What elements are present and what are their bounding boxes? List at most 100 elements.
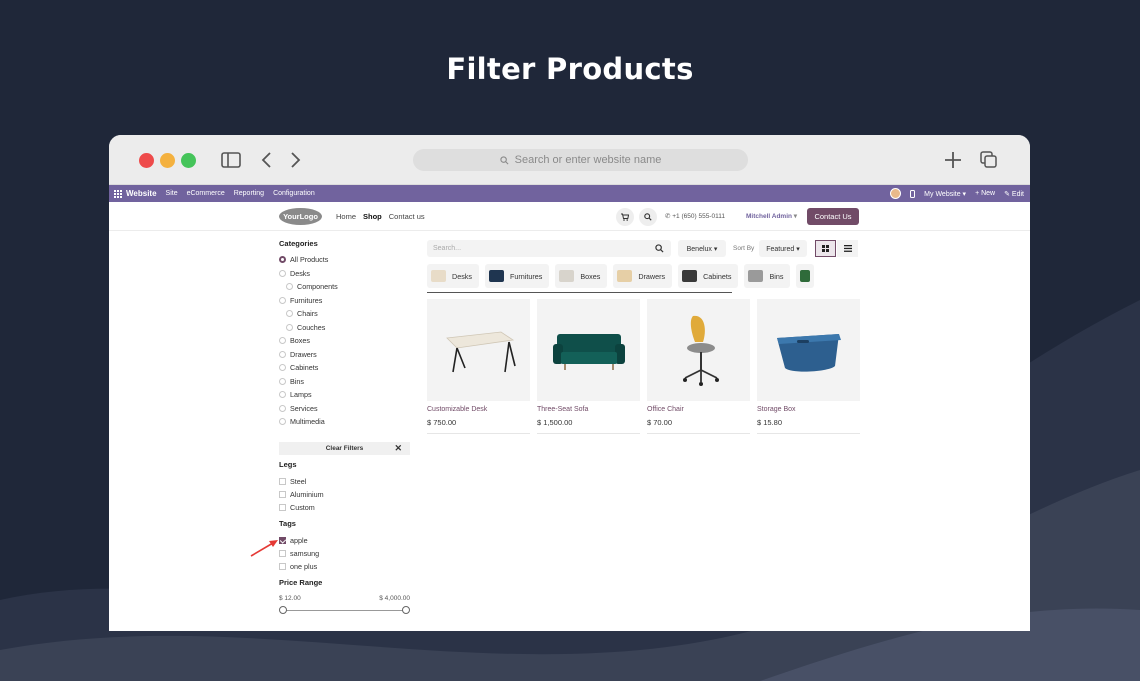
user-avatar[interactable] [890,188,902,199]
chip-desks[interactable]: Desks [427,264,479,288]
category-couches[interactable]: Couches [279,321,410,335]
category-desks[interactable]: Desks [279,267,410,281]
sort-dropdown[interactable]: Featured ▾ [759,240,807,257]
forward-icon[interactable] [289,152,301,168]
product-search-input[interactable]: Search... [427,240,671,257]
site-logo[interactable]: YourLogo [279,208,322,225]
category-components[interactable]: Components [279,280,410,294]
chip-drawers[interactable]: Drawers [613,264,673,288]
nav-home[interactable]: Home [336,212,356,221]
app-name: Website [126,189,157,198]
edit-button[interactable]: ✎ Edit [1004,190,1024,198]
chip-label: Desks [452,271,472,281]
product-image[interactable] [537,299,640,401]
tag-apple[interactable]: apple [279,534,410,547]
address-bar[interactable]: Search or enter website name [413,149,748,171]
category-label: Drawers [290,349,317,359]
cabinet-thumbnail [682,270,698,282]
menu-ecommerce[interactable]: eCommerce [187,190,225,197]
list-view-button[interactable] [837,240,858,257]
tabs-overview-icon[interactable] [980,151,998,169]
legs-custom[interactable]: Custom [279,501,410,514]
new-button[interactable]: + New [975,190,995,197]
slider-max-handle[interactable] [402,606,410,614]
box-thumbnail [559,270,575,282]
category-multimedia[interactable]: Multimedia [279,415,410,429]
nav-shop[interactable]: Shop [363,212,382,221]
radio [279,377,286,385]
category-carousel: Desks Furnitures Boxes Drawers Cabinets … [427,264,859,292]
product-card[interactable]: Three-Seat Sofa $ 1,500.00 [537,299,640,434]
apps-menu[interactable]: Website [114,189,157,198]
category-boxes[interactable]: Boxes [279,334,410,348]
slider-min-handle[interactable] [279,606,287,614]
clear-filters-label: Clear Filters [325,445,364,452]
product-image[interactable] [427,299,530,401]
minimize-window-button[interactable] [160,153,175,168]
search-placeholder: Search... [433,245,462,252]
category-cabinets[interactable]: Cabinets [279,361,410,375]
product-name[interactable]: Storage Box [757,406,860,413]
category-lamps[interactable]: Lamps [279,388,410,402]
radio [286,310,293,318]
price-slider[interactable] [279,606,410,616]
product-image[interactable] [647,299,750,401]
mobile-preview-icon[interactable] [910,189,916,198]
new-tab-icon[interactable] [944,151,962,169]
header-search-button[interactable] [639,208,657,226]
menu-site[interactable]: Site [166,190,178,197]
apps-grid-icon [114,189,122,198]
product-image[interactable] [757,299,860,401]
chip-cabinets[interactable]: Cabinets [678,264,739,288]
product-name[interactable]: Office Chair [647,406,750,413]
category-drawers[interactable]: Drawers [279,348,410,362]
legs-label: Custom [290,503,315,512]
contact-us-button[interactable]: Contact Us [807,208,859,225]
search-icon[interactable] [655,244,664,253]
filters-sidebar: Categories All Products Desks Components… [279,239,410,429]
category-services[interactable]: Services [279,402,410,416]
nav-contact-us[interactable]: Contact us [389,212,425,221]
price-min: $ 12.00 [279,595,301,602]
product-card[interactable]: Office Chair $ 70.00 [647,299,750,434]
pricelist-dropdown[interactable]: Benelux ▾ [678,240,726,257]
product-card[interactable]: Storage Box $ 15.80 [757,299,860,434]
product-grid: Customizable Desk $ 750.00 Three-Seat So… [427,299,860,434]
category-all-products[interactable]: All Products [279,253,410,267]
grid-view-button[interactable] [815,240,836,257]
user-menu[interactable]: Mitchell Admin ▾ [746,212,797,220]
categories-title: Categories [279,239,318,248]
product-name[interactable]: Three-Seat Sofa [537,406,640,413]
radio [286,323,293,331]
category-chairs[interactable]: Chairs [279,307,410,321]
legs-aluminium[interactable]: Aluminium [279,488,410,501]
tag-samsung[interactable]: samsung [279,547,410,560]
chip-boxes[interactable]: Boxes [555,264,608,288]
chip-lamps[interactable] [796,264,815,288]
category-label: Components [297,282,338,292]
menu-reporting[interactable]: Reporting [234,190,264,197]
checkbox [279,478,286,485]
phone-number[interactable]: ✆ +1 (650) 555-0111 [665,212,725,220]
category-furnitures[interactable]: Furnitures [279,294,410,308]
sidebar-toggle-icon[interactable] [221,152,241,168]
legs-steel[interactable]: Steel [279,475,410,488]
maximize-window-button[interactable] [181,153,196,168]
back-icon[interactable] [261,152,273,168]
chip-bins[interactable]: Bins [744,264,791,288]
card-divider [647,433,750,434]
menu-configuration[interactable]: Configuration [273,190,315,197]
chip-furnitures[interactable]: Furnitures [484,264,550,288]
my-website-dropdown[interactable]: My Website ▾ [924,190,966,198]
tag-one-plus[interactable]: one plus [279,560,410,573]
category-bins[interactable]: Bins [279,375,410,389]
search-icon [644,213,652,221]
product-card[interactable]: Customizable Desk $ 750.00 [427,299,530,434]
close-window-button[interactable] [139,153,154,168]
product-name[interactable]: Customizable Desk [427,406,530,413]
chip-label: Bins [769,271,784,281]
clear-filters-button[interactable]: Clear Filters ✕ [279,442,410,455]
cart-button[interactable] [616,208,634,226]
legs-filter: Legs Steel Aluminium Custom [279,460,410,514]
tag-label: samsung [290,549,320,558]
